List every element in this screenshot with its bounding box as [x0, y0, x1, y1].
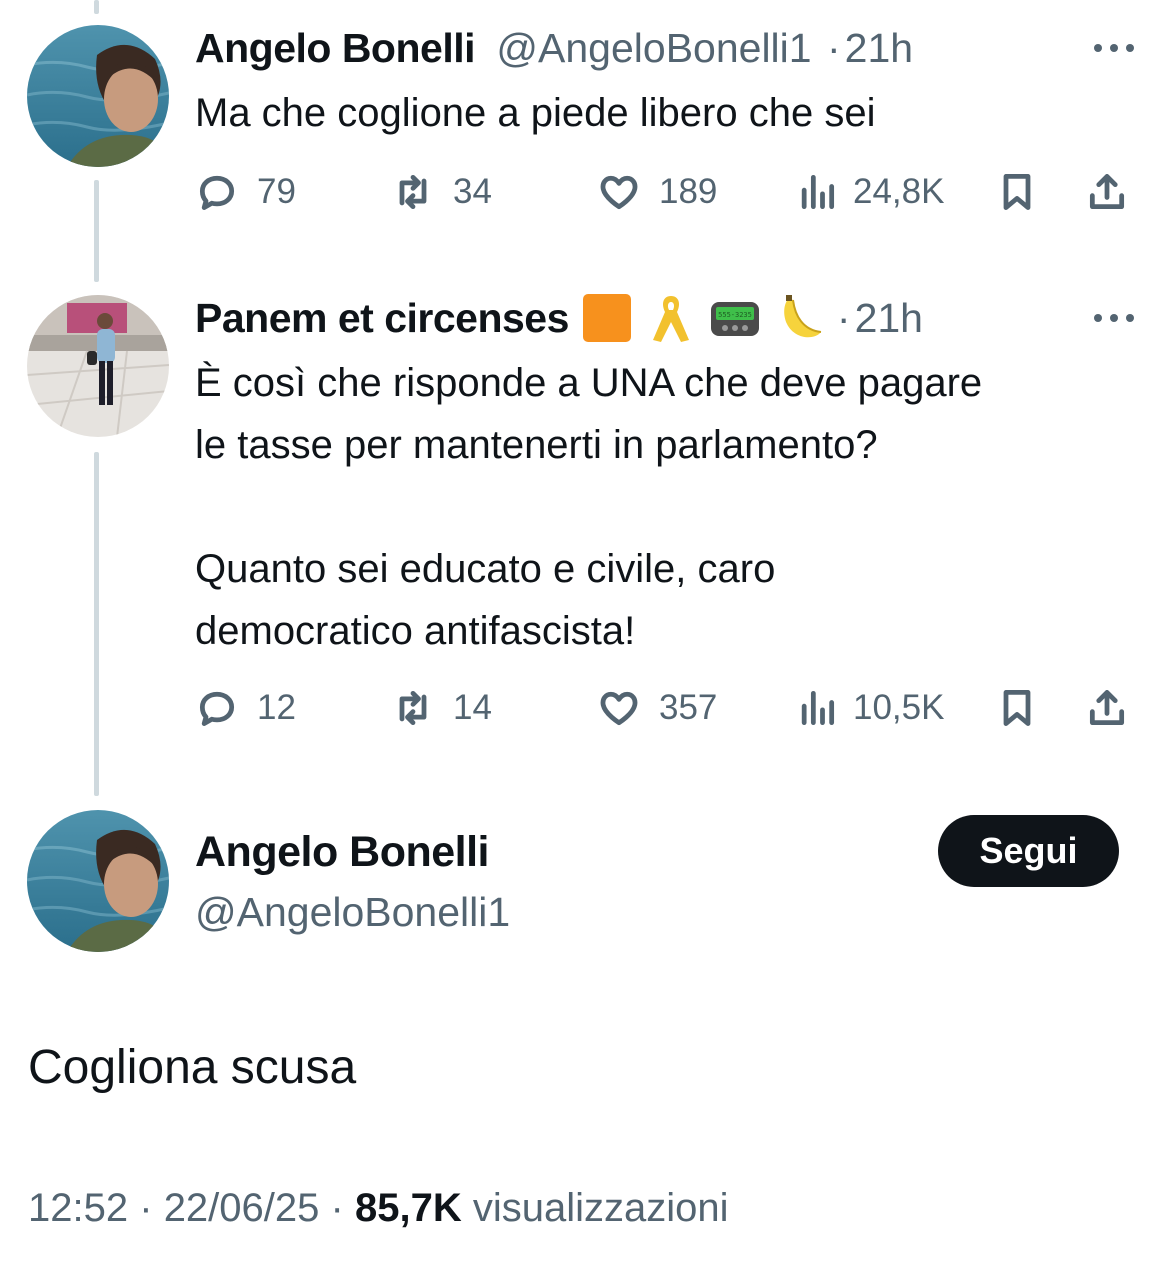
retweet-icon: [399, 174, 427, 210]
views-icon: [801, 690, 835, 726]
timestamp[interactable]: 21h: [855, 295, 923, 341]
separator: ·: [836, 295, 851, 341]
bookmark-button[interactable]: [995, 681, 1039, 735]
views-count: 10,5K: [853, 688, 945, 727]
retweet-count: 14: [453, 688, 492, 727]
text-segment: a piede libero che sei: [486, 91, 876, 135]
bookmark-icon: [1003, 174, 1031, 210]
like-count: 357: [659, 688, 718, 727]
heart-icon: [600, 691, 638, 726]
tweet-text: Cogliona scusa: [28, 1036, 356, 1100]
reply-icon: [199, 175, 235, 210]
highlighted-word: Cogliona: [28, 1041, 218, 1094]
author-handle[interactable]: @AngeloBonelli1: [195, 886, 510, 938]
yellow-ribbon-icon: [643, 292, 699, 344]
reply-count: 79: [257, 172, 296, 211]
thread-line-top: [94, 0, 99, 14]
retweet-button[interactable]: 14: [391, 681, 492, 735]
thread-line-1: [94, 180, 99, 282]
tweet-meta: 12:52 · 22/06/25 · 85,7K visualizzazioni: [28, 1180, 729, 1236]
svg-text:555-3235: 555-3235: [718, 311, 752, 319]
tweet-text: Ma che coglione a piede libero che sei: [195, 82, 1134, 144]
share-button[interactable]: [1085, 681, 1129, 735]
tweet-2[interactable]: Panem et circenses 555-3235 ·21h È così …: [195, 288, 1134, 662]
views-count: 24,8K: [853, 172, 945, 211]
tweet-1[interactable]: Angelo Bonelli @AngeloBonelli1 ·21h Ma c…: [195, 18, 1134, 144]
bookmark-button[interactable]: [995, 165, 1039, 219]
follow-button[interactable]: Segui: [938, 815, 1119, 887]
reply-button[interactable]: 79: [195, 165, 296, 219]
retweet-icon: [399, 690, 427, 726]
tweet-1-actions: 79 34 189 24,8K: [195, 165, 1135, 219]
timestamp[interactable]: 21h: [845, 25, 913, 71]
text-segment: Ma che: [195, 91, 338, 135]
tweet-date[interactable]: 22/06/25: [164, 1186, 320, 1230]
banana-icon: [771, 292, 827, 344]
views-label: visualizzazioni: [472, 1186, 729, 1230]
more-options-icon[interactable]: [1094, 44, 1134, 54]
retweet-button[interactable]: 34: [391, 165, 492, 219]
author-name[interactable]: Angelo Bonelli: [195, 826, 490, 878]
separator: ·: [826, 25, 841, 71]
views-button[interactable]: 10,5K: [795, 681, 944, 735]
author-name[interactable]: Angelo Bonelli: [195, 25, 476, 71]
heart-icon: [600, 175, 638, 210]
like-count: 189: [659, 172, 718, 211]
avatar[interactable]: [27, 25, 169, 167]
like-button[interactable]: 189: [597, 165, 717, 219]
thread-line-2: [94, 452, 99, 796]
views-button[interactable]: 24,8K: [795, 165, 944, 219]
more-options-icon[interactable]: [1094, 314, 1134, 324]
reply-button[interactable]: 12: [195, 681, 296, 735]
tweet-time[interactable]: 12:52: [28, 1186, 128, 1230]
orange-square-icon: [579, 292, 635, 344]
share-icon: [1089, 174, 1125, 210]
highlighted-word: coglione: [337, 91, 487, 135]
separator: ·: [330, 1186, 344, 1230]
tweet-2-actions: 12 14 357 10,5K: [195, 681, 1135, 735]
retweet-count: 34: [453, 172, 492, 211]
like-button[interactable]: 357: [597, 681, 717, 735]
separator: ·: [139, 1186, 153, 1230]
bookmark-icon: [1003, 690, 1031, 726]
pager-icon: 555-3235: [707, 292, 763, 344]
avatar[interactable]: [27, 810, 169, 952]
author-handle[interactable]: @AngeloBonelli1: [496, 25, 811, 71]
text-segment: scusa: [217, 1041, 357, 1094]
avatar[interactable]: [27, 295, 169, 437]
tweet-text: È così che risponde a UNA che deve pagar…: [195, 361, 983, 653]
share-icon: [1089, 690, 1125, 726]
author-name[interactable]: Panem et circenses: [195, 295, 569, 341]
views-icon: [801, 174, 835, 210]
name-emojis: 555-3235: [579, 292, 827, 344]
views-count: 85,7K: [354, 1186, 462, 1230]
share-button[interactable]: [1085, 165, 1129, 219]
reply-icon: [199, 691, 235, 726]
reply-count: 12: [257, 688, 296, 727]
